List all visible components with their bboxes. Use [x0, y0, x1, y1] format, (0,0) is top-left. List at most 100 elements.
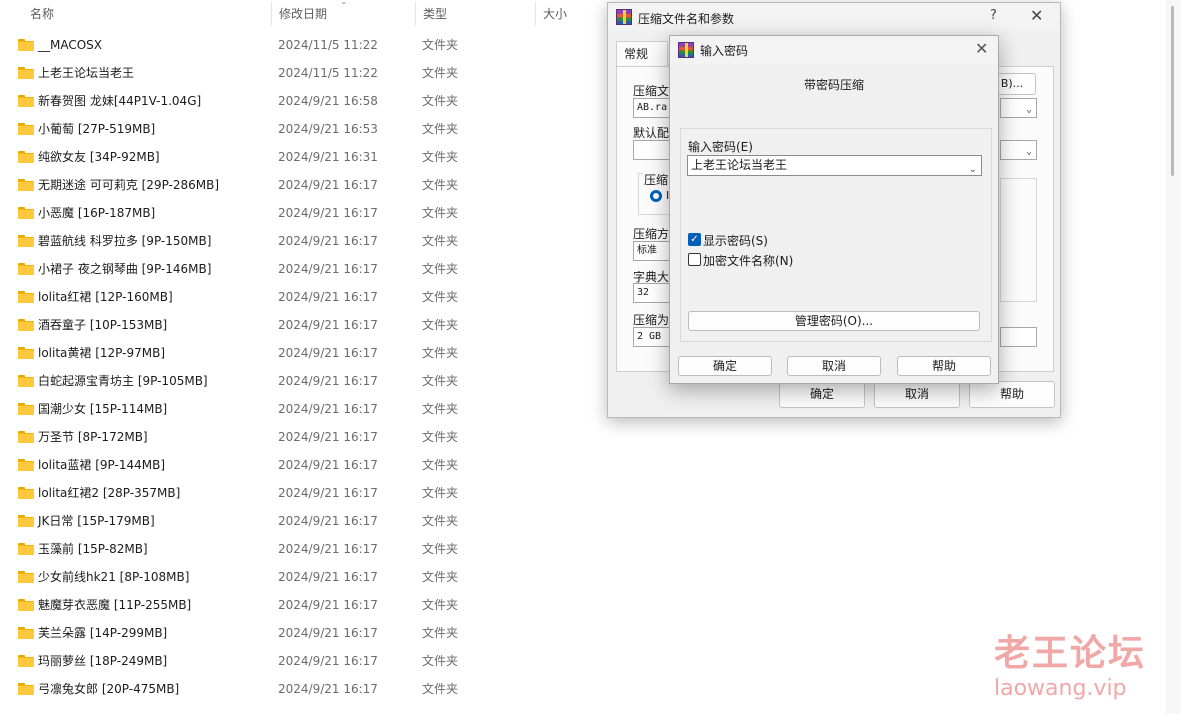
folder-icon — [18, 39, 34, 51]
file-name: 小裙子 夜之钢琴曲 [9P-146MB] — [38, 262, 212, 276]
parameters-field[interactable] — [1000, 327, 1037, 347]
column-name-label: 名称 — [30, 7, 55, 21]
file-type: 文件夹 — [422, 598, 459, 612]
column-type-header[interactable]: 类型 — [415, 0, 535, 30]
folder-icon — [18, 459, 34, 471]
file-date: 2024/9/21 16:17 — [278, 542, 378, 556]
winrar-icon — [616, 9, 632, 25]
file-list-row[interactable]: JK日常 [15P-179MB] 2024/9/21 16:17 文件夹 — [0, 507, 1160, 535]
folder-icon — [18, 515, 34, 527]
column-size-header[interactable]: 大小 — [535, 0, 605, 30]
ok-button[interactable]: 确定 — [779, 381, 865, 408]
file-type: 文件夹 — [422, 626, 459, 640]
file-name: 酒吞童子 [10P-153MB] — [38, 318, 168, 332]
compression-method-select[interactable]: 标准 — [633, 241, 673, 261]
file-list-row[interactable]: 芙兰朵露 [14P-299MB] 2024/9/21 16:17 文件夹 — [0, 619, 1160, 647]
dialog-titlebar[interactable]: 输入密码 ✕ — [670, 36, 998, 64]
file-list-row[interactable]: 少女前线hk21 [8P-108MB] 2024/9/21 16:17 文件夹 — [0, 563, 1160, 591]
file-name: 玉藻前 [15P-82MB] — [38, 542, 148, 556]
file-date: 2024/9/21 16:17 — [278, 598, 378, 612]
scrollbar-thumb[interactable] — [1171, 6, 1174, 176]
file-date: 2024/11/5 11:22 — [278, 38, 378, 52]
show-password-checkbox[interactable]: ✓ — [688, 233, 701, 246]
default-profile-label: 默认配 — [633, 126, 670, 140]
screen: 名称 修改日期 ⌄ 类型 大小 __MACOSX 2024/11/5 11:22 文… — [0, 0, 1181, 714]
folder-icon — [18, 655, 34, 667]
manage-passwords-button[interactable]: 管理密码(O)... — [688, 311, 980, 331]
help-button[interactable]: 帮助 — [897, 356, 991, 376]
folder-icon — [18, 431, 34, 443]
help-button[interactable]: 帮助 — [969, 381, 1055, 408]
dictionary-size-select[interactable]: 32 — [633, 283, 673, 303]
close-icon[interactable]: ✕ — [1030, 6, 1043, 25]
sort-chevron-icon: ⌄ — [340, 0, 348, 7]
file-type: 文件夹 — [422, 234, 459, 248]
encrypt-names-checkbox[interactable] — [688, 253, 701, 266]
file-name: 玛丽萝丝 [18P-249MB] — [38, 654, 168, 668]
archive-name-field[interactable]: AB.ra — [633, 98, 673, 118]
file-name: lolita蓝裙 [9P-144MB] — [38, 458, 166, 472]
folder-icon — [18, 347, 34, 359]
folder-icon — [18, 599, 34, 611]
column-name-header[interactable]: 名称 — [22, 0, 272, 30]
file-date: 2024/9/21 16:17 — [278, 458, 378, 472]
file-list-row[interactable]: lolita蓝裙 [9P-144MB] 2024/9/21 16:17 文件夹 — [0, 451, 1160, 479]
file-name: 国潮少女 [15P-114MB] — [38, 402, 168, 416]
file-list-row[interactable]: 玉藻前 [15P-82MB] 2024/9/21 16:17 文件夹 — [0, 535, 1160, 563]
file-list-row[interactable]: 魅魔芽衣恶魔 [11P-255MB] 2024/9/21 16:17 文件夹 — [0, 591, 1160, 619]
file-list-row[interactable]: lolita红裙2 [28P-357MB] 2024/9/21 16:17 文件夹 — [0, 479, 1160, 507]
help-icon[interactable]: ? — [990, 8, 997, 23]
password-label: 输入密码(E) — [688, 140, 753, 154]
file-type: 文件夹 — [422, 402, 459, 416]
file-name: 新春贺图 龙妹[44P1V-1.04G] — [38, 94, 202, 108]
archive-name-label: 压缩文 — [633, 84, 670, 98]
file-date: 2024/9/21 16:17 — [278, 318, 378, 332]
dialog-titlebar[interactable]: 压缩文件名和参数 ? ✕ — [608, 3, 1060, 31]
file-type: 文件夹 — [422, 458, 459, 472]
file-type: 文件夹 — [422, 570, 459, 584]
cancel-button[interactable]: 取消 — [874, 381, 960, 408]
file-name: lolita黄裙 [12P-97MB] — [38, 346, 166, 360]
format-radio[interactable] — [650, 190, 662, 202]
folder-icon — [18, 151, 34, 163]
folder-icon — [18, 571, 34, 583]
dialog-title: 输入密码 — [700, 44, 749, 58]
file-date: 2024/9/21 16:17 — [278, 654, 378, 668]
folder-icon — [18, 291, 34, 303]
folder-icon — [18, 319, 34, 331]
file-type: 文件夹 — [422, 430, 459, 444]
file-list-row[interactable]: 弓凛兔女郎 [20P-475MB] 2024/9/21 16:17 文件夹 — [0, 675, 1160, 703]
file-type: 文件夹 — [422, 374, 459, 388]
file-name: 小恶魔 [16P-187MB] — [38, 206, 156, 220]
profile-button[interactable] — [633, 140, 673, 160]
file-date: 2024/9/21 16:17 — [278, 430, 378, 444]
file-date: 2024/9/21 16:17 — [278, 234, 378, 248]
ok-button[interactable]: 确定 — [678, 356, 772, 376]
file-name: JK日常 [15P-179MB] — [38, 514, 155, 528]
file-list-row[interactable]: 万圣节 [8P-172MB] 2024/9/21 16:17 文件夹 — [0, 423, 1160, 451]
cancel-button[interactable]: 取消 — [787, 356, 881, 376]
file-date: 2024/9/21 16:17 — [278, 262, 378, 276]
dialog-heading: 带密码压缩 — [803, 78, 864, 92]
file-type: 文件夹 — [422, 66, 459, 80]
close-icon[interactable]: ✕ — [975, 39, 988, 58]
tab-general[interactable]: 常规 — [616, 41, 668, 67]
folder-icon — [18, 263, 34, 275]
split-volumes-select[interactable]: 2 GB — [633, 327, 673, 347]
folder-icon — [18, 375, 34, 387]
chevron-down-icon: ⌄ — [1025, 146, 1032, 157]
file-name: 小葡萄 [27P-519MB] — [38, 122, 156, 136]
file-list-row[interactable]: 玛丽萝丝 [18P-249MB] 2024/9/21 16:17 文件夹 — [0, 647, 1160, 675]
folder-icon — [18, 67, 34, 79]
file-date: 2024/9/21 16:53 — [278, 122, 378, 136]
password-input[interactable]: 上老王论坛当老王 ⌄ — [687, 155, 982, 176]
dialog-title: 压缩文件名和参数 — [638, 12, 735, 26]
chevron-down-icon[interactable]: ⌄ — [969, 160, 977, 179]
update-mode-select[interactable]: ⌄ — [1000, 98, 1037, 118]
profile-select[interactable]: ⌄ — [1000, 140, 1037, 160]
vertical-scrollbar[interactable] — [1166, 0, 1181, 714]
file-type: 文件夹 — [422, 318, 459, 332]
file-date: 2024/9/21 16:17 — [278, 514, 378, 528]
file-name: 纯欲女友 [34P-92MB] — [38, 150, 160, 164]
options-group — [1000, 178, 1037, 302]
